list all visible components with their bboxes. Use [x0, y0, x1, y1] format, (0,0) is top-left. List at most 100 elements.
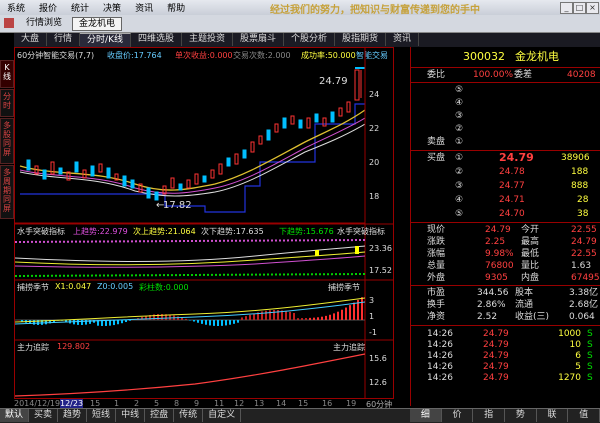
btab-trade[interactable]: 买卖	[29, 409, 59, 422]
weicha-label: 委差	[514, 70, 533, 80]
quote-row: 现价 24.79 今开 22.55	[411, 224, 600, 236]
weibi-value: 100.00%	[473, 70, 514, 80]
rtab-price[interactable]: 价	[442, 409, 474, 422]
histogram-bar	[349, 305, 351, 320]
main-force-axis-high: 15.6	[369, 354, 387, 363]
main-force-axis-low: 12.6	[369, 378, 387, 387]
date-label-2: 15	[90, 399, 101, 408]
tab-futures[interactable]: 股指期货	[335, 33, 387, 46]
sell-level-1[interactable]: 卖盘 ①	[411, 136, 600, 148]
fishing-axis-3: 3	[369, 296, 375, 305]
minimize-icon[interactable]: _	[560, 2, 573, 14]
fund-label: 换手	[427, 300, 446, 310]
histogram-bar	[237, 320, 239, 323]
tab-stock-picker[interactable]: 四维选股	[130, 33, 182, 46]
side-tab-multi-stock[interactable]: 多股同屏	[0, 118, 14, 164]
tab-news[interactable]: 资讯	[386, 33, 420, 46]
btab-traditional[interactable]: 传统	[174, 409, 204, 422]
sell-level-4[interactable]: ④	[411, 97, 600, 109]
tab-theme[interactable]: 主题投资	[181, 33, 233, 46]
tab-analysis[interactable]: 个股分析	[284, 33, 336, 46]
quote-value: 22.55	[571, 225, 597, 235]
tick-time: 14:26	[427, 373, 453, 383]
buy-price: 24.77	[499, 181, 525, 191]
maximize-icon[interactable]: □	[573, 2, 586, 14]
quote-value: 22.55	[571, 249, 597, 259]
quote-label: 现价	[427, 225, 446, 235]
buy-level-4[interactable]: ④ 24.71 28	[411, 194, 600, 206]
btab-control[interactable]: 控盘	[145, 409, 175, 422]
sailor-indicator-chart	[15, 239, 365, 277]
quote-value: 67495	[571, 273, 600, 283]
btab-mid[interactable]: 中线	[116, 409, 146, 422]
side-tab-timeshare[interactable]: 分时	[0, 89, 14, 117]
date-axis: 2014/12/19 12/23 15 1 2 5 8 9 11 12 13 1…	[14, 399, 394, 409]
sell-level-3[interactable]: ③	[411, 110, 600, 122]
histogram-bar	[217, 320, 219, 326]
rtab-trend[interactable]: 势	[505, 409, 537, 422]
buy-level-1[interactable]: 买盘 ① 24.79 38906	[411, 152, 600, 164]
stock-window-tab[interactable]: 金龙机电	[72, 17, 123, 31]
rtab-value[interactable]: 值	[568, 409, 600, 422]
histogram-bar	[309, 317, 311, 320]
slogan-text: 经过我们的努力，把知识与财富传递到您的手中	[270, 5, 480, 16]
divider	[411, 82, 600, 83]
function-tab-bar: 大盘 行情 分时/K线 四维选股 主题投资 股票扇斗 个股分析 股指期货 资讯	[14, 33, 600, 48]
histogram-bar	[233, 320, 235, 324]
histogram-bar	[229, 320, 231, 325]
histogram-bar	[313, 317, 315, 320]
buy-level-5[interactable]: ⑤ 24.70 38	[411, 208, 600, 220]
menu-system[interactable]: 系统	[0, 1, 32, 14]
sell-level-2[interactable]: ②	[411, 123, 600, 135]
histogram-bar	[269, 310, 271, 320]
quote-value: 9305	[485, 273, 508, 283]
tick-price: 24.79	[483, 373, 509, 383]
date-label-1: 12/23	[60, 399, 84, 408]
menu-news[interactable]: 资讯	[128, 1, 160, 14]
stock-name: 金龙机电	[515, 50, 559, 63]
sell-level-num: ③	[455, 111, 464, 121]
tab-kline[interactable]: 分时/K线	[80, 33, 131, 47]
btab-custom[interactable]: 自定义	[203, 409, 242, 422]
btab-default[interactable]: 默认	[0, 409, 30, 422]
tab-fund-flow[interactable]: 股票扇斗	[233, 33, 285, 46]
quote-label: 量比	[521, 261, 540, 271]
rtab-index[interactable]: 指	[473, 409, 506, 422]
buy-label: 买盘	[427, 153, 446, 163]
menu-help[interactable]: 帮助	[160, 1, 192, 14]
stock-header: 300032 金龙机电	[411, 51, 600, 65]
buy-level-num: ⑤	[455, 209, 464, 219]
quote-label: 涨跌	[427, 237, 446, 247]
histogram-bar	[205, 320, 207, 325]
tab-quotes[interactable]: 行情	[47, 33, 81, 46]
rtab-link[interactable]: 联	[537, 409, 569, 422]
side-tab-kline[interactable]: K线	[0, 60, 14, 88]
view-side-tabs: K线 分时 多股同屏 多周期同屏	[0, 60, 14, 400]
tab-market[interactable]: 大盘	[14, 33, 48, 46]
menu-stats[interactable]: 统计	[64, 1, 96, 14]
histogram-bar	[361, 297, 363, 320]
date-label-11: 14	[276, 399, 287, 408]
divider	[411, 222, 600, 223]
btab-short[interactable]: 短线	[87, 409, 117, 422]
close-icon[interactable]: ×	[586, 2, 599, 14]
sell-level-5[interactable]: ⑤	[411, 84, 600, 96]
rtab-detail[interactable]: 细	[410, 409, 442, 422]
browse-quotes-button[interactable]: 行情浏览	[20, 17, 68, 29]
buy-level-3[interactable]: ③ 24.77 888	[411, 180, 600, 192]
menu-quote[interactable]: 报价	[32, 1, 64, 14]
fishing-axis-neg1: -1	[369, 328, 377, 337]
side-tab-multi-period[interactable]: 多周期同屏	[0, 165, 14, 219]
buy-level-2[interactable]: ② 24.78 188	[411, 166, 600, 178]
buy-volume: 38	[577, 209, 589, 219]
sell-level-num: ②	[455, 124, 464, 134]
histogram-bar	[201, 320, 203, 324]
kline-chart-area[interactable]: 60分钟智能交易(7,7) 收盘价:17.764 单次收益:0.000 交易次数…	[14, 47, 395, 400]
btab-trend[interactable]: 趋势	[58, 409, 88, 422]
z0-line	[15, 301, 365, 325]
menu-decision[interactable]: 决策	[96, 1, 128, 14]
fishing-z0-value: Z0:0.005	[97, 282, 134, 291]
quote-label: 外盘	[427, 273, 446, 283]
fund-label: 股本	[515, 288, 534, 298]
buy-level-num: ②	[455, 167, 464, 177]
